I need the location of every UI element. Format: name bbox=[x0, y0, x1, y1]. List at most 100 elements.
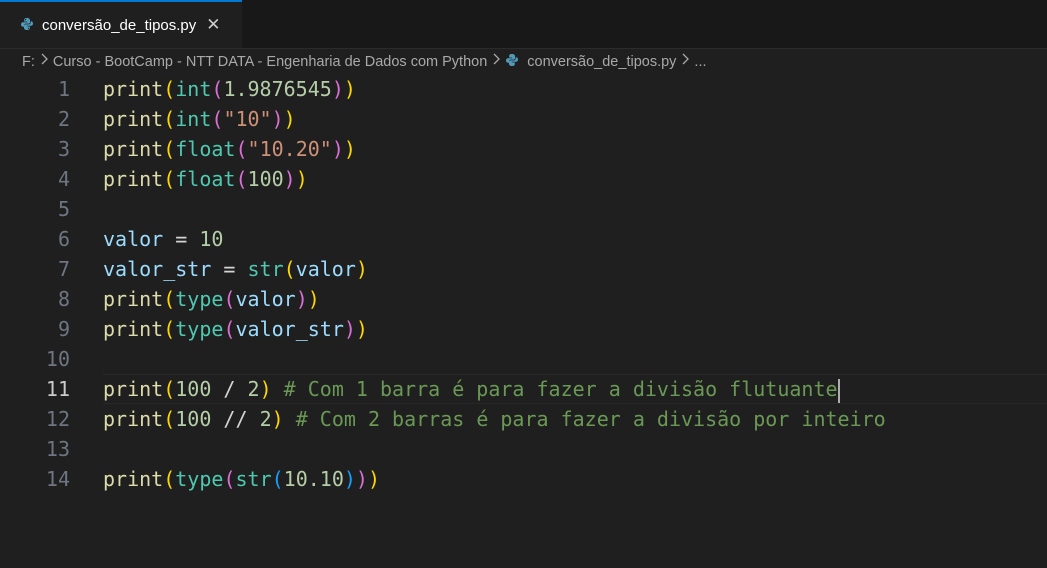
tab-conversao-de-tipos[interactable]: conversão_de_tipos.py ✕ bbox=[0, 0, 242, 48]
code-token: ) bbox=[283, 167, 296, 191]
code-token: ) bbox=[355, 257, 368, 281]
code-token: ) bbox=[295, 167, 308, 191]
code-token: float bbox=[175, 167, 236, 191]
code-token: print bbox=[103, 77, 164, 101]
code-token: ) bbox=[307, 287, 320, 311]
code-text: print(100 / 2) # Com 1 barra é para faze… bbox=[103, 374, 840, 404]
code-line[interactable]: 1 print(int(1.9876545)) bbox=[0, 74, 1047, 104]
code-token: ( bbox=[163, 377, 176, 401]
code-line[interactable]: 2 print(int("10")) bbox=[0, 104, 1047, 134]
code-token: print bbox=[103, 407, 164, 431]
line-number: 11 bbox=[45, 377, 70, 401]
code-line[interactable]: 13 bbox=[0, 434, 1047, 464]
code-editor[interactable]: 1 print(int(1.9876545)) 2 print(int("10")) 3… bbox=[0, 74, 1047, 568]
code-token: ( bbox=[163, 77, 176, 101]
code-line[interactable]: 11 print(100 / 2) # Com 1 barra é para fa… bbox=[0, 374, 1047, 404]
code-line[interactable]: 5 bbox=[0, 194, 1047, 224]
code-token: ) bbox=[271, 407, 284, 431]
code-line[interactable]: 8 print(type(valor)) bbox=[0, 284, 1047, 314]
code-line[interactable]: 10 bbox=[0, 344, 1047, 374]
line-number: 12 bbox=[45, 407, 70, 431]
code-token: print bbox=[103, 377, 164, 401]
code-token: ) bbox=[343, 137, 356, 161]
code-token: 1.9876545 bbox=[223, 77, 332, 101]
code-token: valor_str bbox=[103, 257, 212, 281]
breadcrumb-file[interactable]: conversão_de_tipos.py bbox=[505, 53, 676, 71]
code-line[interactable]: 3 print(float("10.20")) bbox=[0, 134, 1047, 164]
code-text: print(100 // 2) # Com 2 barras é para fa… bbox=[103, 404, 886, 434]
code-token: ( bbox=[163, 137, 176, 161]
code-token: ) bbox=[283, 107, 296, 131]
code-token: ( bbox=[271, 467, 284, 491]
code-token: ( bbox=[163, 107, 176, 131]
tab-bar: conversão_de_tipos.py ✕ bbox=[0, 0, 1047, 49]
code-token: int bbox=[175, 107, 212, 131]
code-token: 100 bbox=[247, 167, 284, 191]
code-text: print(float(100)) bbox=[103, 164, 308, 194]
code-line[interactable]: 14 print(type(str(10.10))) bbox=[0, 464, 1047, 494]
chevron-right-icon bbox=[681, 53, 690, 68]
line-number: 10 bbox=[45, 347, 70, 371]
code-token: / bbox=[211, 377, 248, 401]
text-cursor bbox=[837, 378, 840, 403]
code-token: str bbox=[235, 467, 272, 491]
chevron-right-icon bbox=[40, 53, 48, 68]
code-token: ( bbox=[223, 287, 236, 311]
code-token: int bbox=[175, 77, 212, 101]
code-token: ) bbox=[331, 77, 344, 101]
tab-label: conversão_de_tipos.py bbox=[42, 16, 197, 34]
code-token: print bbox=[103, 317, 164, 341]
code-token: ( bbox=[283, 257, 296, 281]
line-number: 5 bbox=[57, 197, 70, 221]
code-token: ) bbox=[367, 467, 381, 491]
line-number: 9 bbox=[57, 317, 70, 341]
code-token: ) bbox=[343, 467, 356, 491]
code-token: print bbox=[103, 287, 164, 311]
code-token: print bbox=[103, 137, 164, 161]
breadcrumb-more[interactable]: ... bbox=[694, 54, 706, 70]
code-token: float bbox=[175, 137, 236, 161]
code-token: ( bbox=[211, 77, 224, 101]
code-token: 10 bbox=[199, 227, 224, 251]
code-token: print bbox=[103, 107, 164, 131]
code-token: 10.10 bbox=[283, 467, 344, 491]
code-token: valor_str bbox=[235, 317, 344, 341]
code-token: ( bbox=[163, 467, 176, 491]
code-token: 100 bbox=[175, 377, 212, 401]
breadcrumb-folder[interactable]: Curso - BootCamp - NTT DATA - Engenharia… bbox=[53, 54, 487, 70]
code-token: ( bbox=[163, 407, 176, 431]
code-token: # Com 2 barras é para fazer a divisão po… bbox=[283, 407, 886, 431]
code-token: ( bbox=[223, 317, 236, 341]
line-number: 7 bbox=[57, 257, 70, 281]
code-token: ) bbox=[331, 137, 344, 161]
code-line[interactable]: 6 valor = 10 bbox=[0, 224, 1047, 254]
code-token: ) bbox=[343, 317, 356, 341]
code-text: valor = 10 bbox=[103, 224, 223, 254]
code-token: type bbox=[175, 317, 224, 341]
code-token: // bbox=[211, 407, 260, 431]
breadcrumb-drive[interactable]: F: bbox=[22, 54, 35, 70]
line-number: 14 bbox=[45, 467, 70, 491]
code-line[interactable]: 9 print(type(valor_str)) bbox=[0, 314, 1047, 344]
code-token: ( bbox=[163, 167, 176, 191]
code-line[interactable]: 12 print(100 // 2) # Com 2 barras é para … bbox=[0, 404, 1047, 434]
code-text: print(float("10.20")) bbox=[103, 134, 356, 164]
code-text: print(type(valor)) bbox=[103, 284, 320, 314]
code-token: ) bbox=[259, 377, 272, 401]
close-icon[interactable]: ✕ bbox=[206, 15, 220, 35]
code-token: valor bbox=[103, 227, 164, 251]
line-number: 3 bbox=[57, 137, 70, 161]
code-token: ( bbox=[163, 287, 176, 311]
code-token: ) bbox=[355, 317, 368, 341]
code-token: = bbox=[211, 257, 248, 281]
python-file-icon bbox=[20, 16, 34, 35]
line-number: 6 bbox=[57, 227, 70, 251]
code-token: ( bbox=[235, 137, 248, 161]
code-line[interactable]: 7 valor_str = str(valor) bbox=[0, 254, 1047, 284]
code-text: print(type(str(10.10))) bbox=[103, 464, 380, 494]
line-number: 1 bbox=[57, 77, 70, 101]
code-token: ) bbox=[271, 107, 284, 131]
line-number: 4 bbox=[57, 167, 70, 191]
code-line[interactable]: 4 print(float(100)) bbox=[0, 164, 1047, 194]
code-token: ) bbox=[295, 287, 308, 311]
